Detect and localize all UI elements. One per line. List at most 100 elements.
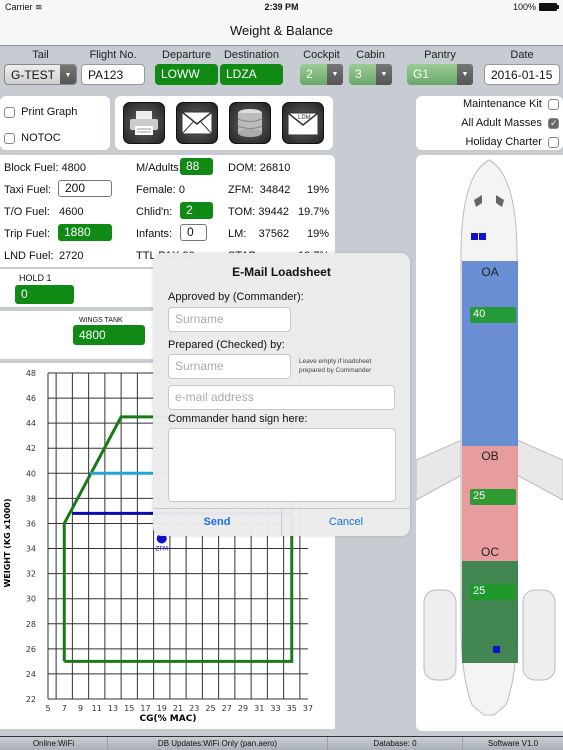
maintenance-kit-option[interactable]: Maintenance Kit: [463, 98, 559, 110]
dialog-buttons: Send Cancel: [153, 508, 410, 536]
tail-field: Tail G-TEST ▼: [4, 46, 77, 85]
hold1-input[interactable]: 0: [15, 285, 74, 304]
destination-input[interactable]: LDZA: [220, 64, 283, 85]
zfm-label: ZFM: 34842: [228, 184, 291, 196]
dialog-title: E-Mail Loadsheet: [232, 265, 331, 279]
print-graph-checkbox[interactable]: [4, 106, 15, 118]
flight-no-input[interactable]: PA123: [81, 64, 145, 85]
zone-ob-label: OB: [481, 449, 499, 463]
all-adult-masses-checkbox[interactable]: [548, 117, 559, 129]
zone-oc-label: OC: [481, 545, 499, 559]
hand-sign-label: Commander hand sign here:: [168, 413, 308, 425]
x-tick-label: 33: [270, 704, 280, 713]
infants-label: Infants:: [136, 228, 173, 240]
email-button[interactable]: [176, 102, 218, 144]
cockpit-label: Cockpit: [303, 49, 340, 61]
print-options-panel: Print Graph NOTOC: [0, 96, 110, 150]
x-tick-label: 31: [254, 704, 264, 713]
y-tick-label: 36: [26, 519, 36, 528]
zone-oc[interactable]: [462, 561, 518, 663]
y-tick-label: 30: [26, 595, 36, 604]
to-fuel-value: 4600: [59, 206, 84, 218]
ldm-mail-icon: LDM: [287, 112, 319, 136]
lnd-fuel-value: 2720: [59, 250, 84, 262]
y-tick-label: 42: [26, 444, 36, 453]
prepared-by-input[interactable]: Surname: [168, 354, 291, 379]
all-adult-masses-option[interactable]: All Adult Masses: [461, 117, 559, 129]
y-tick-label: 34: [26, 545, 36, 554]
x-tick-label: 11: [92, 704, 102, 713]
block-fuel-label: Block Fuel: 4800: [4, 162, 86, 174]
ldm-email-button[interactable]: LDM: [282, 102, 324, 144]
signature-pad[interactable]: [168, 428, 396, 502]
holiday-charter-checkbox[interactable]: [548, 136, 559, 148]
maintenance-kit-checkbox[interactable]: [548, 98, 559, 110]
children-input[interactable]: 2: [180, 202, 213, 219]
cabin-select[interactable]: 3 ▼: [349, 64, 392, 85]
email-address-input[interactable]: e-mail address: [168, 385, 395, 410]
y-tick-label: 26: [26, 645, 36, 654]
x-tick-label: 23: [189, 704, 199, 713]
action-toolbar: LDM: [115, 96, 333, 150]
x-tick-label: 21: [173, 704, 183, 713]
holiday-charter-option[interactable]: Holiday Charter: [465, 136, 559, 148]
y-tick-label: 40: [26, 469, 36, 478]
date-input[interactable]: 2016-01-15: [484, 64, 560, 85]
x-axis-label: CG(% MAC): [140, 714, 197, 724]
approved-by-input[interactable]: Surname: [168, 307, 291, 332]
page-title: Weight & Balance: [0, 16, 563, 46]
x-tick-label: 29: [238, 704, 248, 713]
print-button[interactable]: [123, 102, 165, 144]
load-options-panel: Maintenance Kit All Adult Masses Holiday…: [416, 96, 563, 150]
departure-input[interactable]: LOWW: [155, 64, 218, 85]
approved-by-label: Approved by (Commander):: [168, 291, 304, 303]
svg-text:LDM: LDM: [298, 115, 311, 121]
departure-field: Departure LOWW: [155, 46, 218, 85]
send-button[interactable]: Send: [153, 509, 282, 536]
y-tick-label: 22: [26, 695, 36, 704]
y-tick-label: 48: [26, 369, 36, 378]
infants-input[interactable]: 0: [180, 224, 207, 241]
trip-fuel-input[interactable]: 1880: [58, 224, 112, 241]
x-tick-label: 35: [287, 704, 297, 713]
notoc-checkbox[interactable]: [4, 132, 15, 144]
cockpit-field: Cockpit 2 ▼: [300, 46, 343, 85]
y-axis-label: WEIGHT (KG x1000): [3, 498, 12, 587]
x-tick-label: 25: [205, 704, 215, 713]
clock: 2:39 PM: [264, 2, 299, 12]
mail-icon: [181, 111, 213, 135]
tail-select[interactable]: G-TEST ▼: [4, 64, 77, 85]
software-version: Software V1.0: [487, 739, 539, 748]
aircraft-diagram: [415, 159, 563, 716]
cockpit-select[interactable]: 2 ▼: [300, 64, 343, 85]
wings-tank-input[interactable]: 4800: [73, 325, 145, 345]
database-icon: [237, 109, 263, 137]
email-loadsheet-dialog: E-Mail Loadsheet Approved by (Commander)…: [153, 253, 410, 536]
zone-oa[interactable]: [462, 261, 518, 446]
tom-label: TOM: 39442: [228, 206, 289, 218]
right-engine: [522, 589, 556, 681]
y-tick-label: 44: [26, 419, 36, 428]
children-label: Chlid'n:: [136, 206, 173, 218]
pantry-select[interactable]: G1 ▼: [407, 64, 473, 85]
x-tick-label: 9: [78, 704, 83, 713]
y-tick-label: 28: [26, 620, 36, 629]
notoc-option[interactable]: NOTOC: [4, 132, 61, 144]
pantry-label: Pantry: [424, 49, 456, 61]
print-graph-option[interactable]: Print Graph: [4, 106, 77, 118]
tank-panel: WINGS TANK 4800: [0, 311, 153, 359]
tom-percent: 19.7%: [298, 206, 330, 218]
tail-label: Tail: [32, 49, 49, 61]
x-tick-label: 15: [124, 704, 134, 713]
adults-label: M/Adults:: [136, 162, 182, 174]
y-tick-label: 24: [26, 670, 36, 679]
y-tick-label: 32: [26, 570, 36, 579]
zone-oa-label: OA: [481, 265, 499, 279]
cancel-button[interactable]: Cancel: [282, 509, 410, 536]
chevron-down-icon: ▼: [60, 65, 76, 84]
adults-input[interactable]: 88: [180, 158, 213, 175]
flight-no-field: Flight No. PA123: [81, 46, 145, 85]
database-button[interactable]: [229, 102, 271, 144]
taxi-fuel-input[interactable]: 200: [58, 180, 112, 197]
departure-label: Departure: [162, 49, 211, 61]
